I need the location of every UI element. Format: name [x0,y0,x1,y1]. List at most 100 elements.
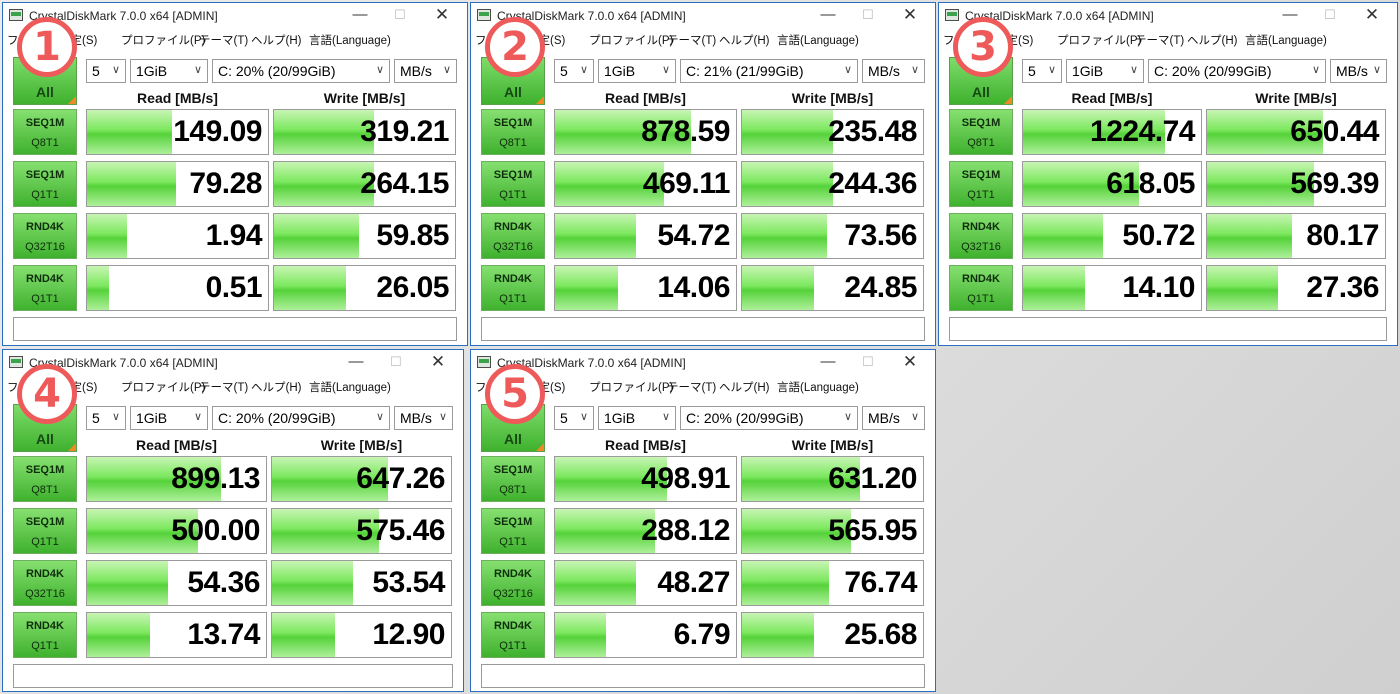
test-label-2[interactable]: SEQ1M Q1T1 [13,508,77,554]
test-label-2[interactable]: SEQ1M Q1T1 [481,161,545,207]
menu-item[interactable]: 言語(Language) [777,32,859,48]
close-button[interactable]: ✕ [1357,5,1387,25]
comment-field[interactable] [481,317,925,341]
test-label-4[interactable]: RND4K Q1T1 [481,612,545,658]
menu-item[interactable]: ヘルプ(H) [719,32,769,48]
all-button-label: All [972,84,990,100]
test-label-2[interactable]: SEQ1M Q1T1 [481,508,545,554]
test-label-2[interactable]: SEQ1M Q1T1 [949,161,1013,207]
menu-item[interactable]: プロファイル(P) [589,379,673,395]
test-label-3[interactable]: RND4K Q32T16 [13,213,77,259]
write-result-bar [274,214,360,258]
unit-select-value: MB/s [400,63,432,79]
close-button[interactable]: ✕ [427,5,457,25]
close-button[interactable]: ✕ [895,5,925,25]
test-label-name: SEQ1M [25,516,65,528]
menu-item[interactable]: テーマ(T) [667,379,716,395]
comment-field[interactable] [13,317,457,341]
menu-item[interactable]: プロファイル(P) [1057,32,1141,48]
test-label-4[interactable]: RND4K Q1T1 [481,265,545,311]
chevron-down-icon: ∨ [375,411,384,423]
maximize-button[interactable]: ☐ [853,5,883,25]
menu-item[interactable]: テーマ(T) [667,32,716,48]
test-label-3[interactable]: RND4K Q32T16 [481,213,545,259]
test-label-3[interactable]: RND4K Q32T16 [13,560,77,606]
drive-select[interactable]: C: 20% (20/99GiB) ∨ [680,406,858,430]
test-count-select[interactable]: 5 ∨ [86,406,126,430]
comment-field[interactable] [13,664,453,688]
test-label-4[interactable]: RND4K Q1T1 [13,612,77,658]
menu-item[interactable]: ヘルプ(H) [1187,32,1237,48]
unit-select[interactable]: MB/s ∨ [1330,59,1387,83]
drive-select[interactable]: C: 20% (20/99GiB) ∨ [1148,59,1326,83]
menu-item[interactable]: テーマ(T) [1135,32,1184,48]
test-label-3[interactable]: RND4K Q32T16 [949,213,1013,259]
menu-item[interactable]: プロファイル(P) [121,32,205,48]
test-label-name: SEQ1M [493,117,533,129]
drive-select[interactable]: C: 20% (20/99GiB) ∨ [212,406,390,430]
maximize-button[interactable]: ☐ [853,352,883,372]
unit-select[interactable]: MB/s ∨ [862,406,925,430]
test-count-select[interactable]: 5 ∨ [554,59,594,83]
unit-select[interactable]: MB/s ∨ [862,59,925,83]
menu-item[interactable]: プロファイル(P) [589,32,673,48]
comment-field[interactable] [481,664,925,688]
maximize-button[interactable]: ☐ [385,5,415,25]
menu-item[interactable]: ヘルプ(H) [719,379,769,395]
menu-item[interactable]: プロファイル(P) [121,379,205,395]
test-label-1[interactable]: SEQ1M Q8T1 [481,456,545,502]
minimize-button[interactable]: — [341,352,371,372]
read-result-4: 14.06 [554,265,737,311]
test-label-name: RND4K [26,620,64,632]
test-label-4[interactable]: RND4K Q1T1 [949,265,1013,311]
test-size-select[interactable]: 1GiB ∨ [130,59,208,83]
close-button[interactable]: ✕ [895,352,925,372]
test-label-2[interactable]: SEQ1M Q1T1 [13,161,77,207]
write-result-value: 59.85 [376,219,449,252]
minimize-button[interactable]: — [345,5,375,25]
test-label-1[interactable]: SEQ1M Q8T1 [13,109,77,155]
maximize-button[interactable]: ☐ [381,352,411,372]
test-count-select[interactable]: 5 ∨ [86,59,126,83]
close-button[interactable]: ✕ [423,352,453,372]
menu-item[interactable]: 言語(Language) [1245,32,1327,48]
write-result-1: 319.21 [273,109,456,155]
unit-select[interactable]: MB/s ∨ [394,406,453,430]
comment-field[interactable] [949,317,1387,341]
read-result-value: 14.10 [1122,271,1195,304]
menu-item[interactable]: 言語(Language) [309,32,391,48]
write-result-1: 650.44 [1206,109,1386,155]
test-label-1[interactable]: SEQ1M Q8T1 [13,456,77,502]
minimize-button[interactable]: — [813,352,843,372]
menu-item[interactable]: テーマ(T) [199,379,248,395]
unit-select-value: MB/s [400,410,432,426]
menu-item[interactable]: テーマ(T) [199,32,248,48]
drive-select[interactable]: C: 20% (20/99GiB) ∨ [212,59,390,83]
test-label-1[interactable]: SEQ1M Q8T1 [949,109,1013,155]
test-label-name: SEQ1M [961,169,1001,181]
minimize-button[interactable]: — [813,5,843,25]
test-label-4[interactable]: RND4K Q1T1 [13,265,77,311]
write-result-4: 26.05 [273,265,456,311]
menu-item[interactable]: 言語(Language) [777,379,859,395]
menu-item[interactable]: ヘルプ(H) [251,32,301,48]
test-label-name: SEQ1M [25,117,65,129]
drive-select[interactable]: C: 21% (21/99GiB) ∨ [680,59,858,83]
test-count-select[interactable]: 5 ∨ [1022,59,1062,83]
test-size-select[interactable]: 1GiB ∨ [598,59,676,83]
test-size-select[interactable]: 1GiB ∨ [1066,59,1144,83]
test-label-3[interactable]: RND4K Q32T16 [481,560,545,606]
test-size-select-value: 1GiB [604,63,636,79]
test-size-select[interactable]: 1GiB ∨ [598,406,676,430]
maximize-button[interactable]: ☐ [1315,5,1345,25]
test-size-select[interactable]: 1GiB ∨ [130,406,208,430]
chevron-down-icon: ∨ [1311,64,1320,76]
menu-item[interactable]: ヘルプ(H) [251,379,301,395]
menu-item[interactable]: 言語(Language) [309,379,391,395]
chevron-down-icon: ∨ [910,411,919,423]
minimize-button[interactable]: — [1275,5,1305,25]
unit-select[interactable]: MB/s ∨ [394,59,457,83]
write-result-value: 264.15 [360,167,449,200]
test-label-1[interactable]: SEQ1M Q8T1 [481,109,545,155]
test-count-select[interactable]: 5 ∨ [554,406,594,430]
